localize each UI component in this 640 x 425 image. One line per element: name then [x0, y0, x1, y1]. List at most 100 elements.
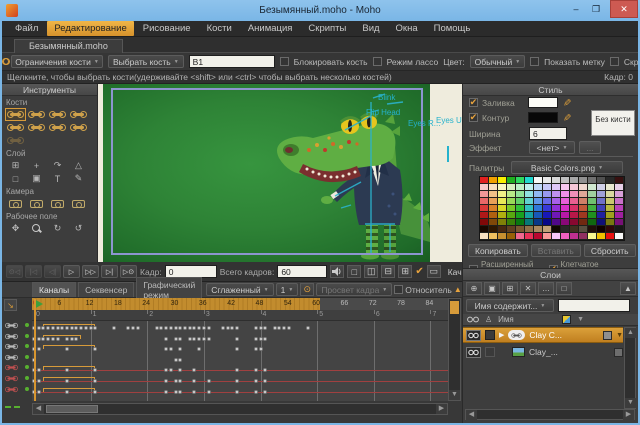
- sort-icon[interactable]: ▼: [577, 316, 584, 323]
- palette-dropdown[interactable]: Basic Colors.png: [511, 161, 623, 174]
- palette-swatch[interactable]: [489, 212, 498, 219]
- roll-camera-icon[interactable]: [47, 197, 68, 210]
- palette-swatch[interactable]: [534, 212, 543, 219]
- jump-end-button[interactable]: ▷⊙: [120, 265, 137, 278]
- palette-swatch[interactable]: [534, 184, 543, 191]
- palette-swatch[interactable]: [552, 184, 561, 191]
- scroll-left-arrow[interactable]: ◀: [33, 404, 44, 414]
- layers-horizontal-scrollbar[interactable]: ◀ ▶: [465, 409, 635, 420]
- tab-channels[interactable]: Каналы: [32, 282, 76, 297]
- palette-swatch[interactable]: [525, 219, 534, 226]
- palette-swatch[interactable]: [543, 191, 552, 198]
- keyframe[interactable]: [174, 326, 178, 330]
- palette-swatch[interactable]: [498, 184, 507, 191]
- palette-swatch[interactable]: [480, 184, 489, 191]
- keyframe[interactable]: [46, 326, 50, 330]
- palette-swatch[interactable]: [570, 219, 579, 226]
- keyframe[interactable]: [254, 347, 258, 351]
- scroll-up-arrow[interactable]: ▲: [625, 328, 636, 338]
- palette-swatch[interactable]: [552, 177, 561, 184]
- keyframe[interactable]: [169, 368, 173, 372]
- scroll-right-arrow[interactable]: ▶: [436, 404, 447, 414]
- keyframe[interactable]: [51, 337, 55, 341]
- menu-help[interactable]: Помощь: [427, 21, 478, 36]
- keyframe[interactable]: [254, 368, 258, 372]
- palette-swatch[interactable]: [588, 233, 597, 240]
- visibility-column-icon[interactable]: [467, 316, 479, 323]
- layer-row-clay-image[interactable]: Clay_...: [463, 344, 623, 360]
- palette-swatch[interactable]: [534, 205, 543, 212]
- palette-swatch[interactable]: [480, 226, 489, 233]
- palette-swatch[interactable]: [525, 226, 534, 233]
- palette-swatch[interactable]: [579, 198, 588, 205]
- add-point-icon[interactable]: +: [26, 159, 47, 172]
- tools-panel-title[interactable]: Инструменты: [2, 84, 97, 96]
- view-split-vertical-button[interactable]: ◫: [364, 265, 378, 278]
- layer-checkbox[interactable]: [485, 330, 495, 340]
- keyframe[interactable]: [164, 347, 168, 351]
- palette-swatch[interactable]: [507, 184, 516, 191]
- palette-swatch[interactable]: [534, 177, 543, 184]
- scale-bone-icon[interactable]: [47, 108, 68, 121]
- palette-swatch[interactable]: [561, 212, 570, 219]
- keyframe[interactable]: [93, 368, 97, 372]
- effect-more-button[interactable]: ...: [579, 141, 601, 154]
- menu-animation[interactable]: Анимация: [241, 21, 300, 36]
- palette-swatch[interactable]: [534, 226, 543, 233]
- palette-swatch[interactable]: [516, 226, 525, 233]
- palette-swatch[interactable]: [525, 198, 534, 205]
- keyframe[interactable]: [74, 326, 78, 330]
- scroll-left-arrow[interactable]: ◀: [466, 410, 477, 420]
- channel-bone-icon[interactable]: [7, 377, 15, 379]
- jump-start-button[interactable]: ⊙◁: [6, 265, 23, 278]
- bind-bone-icon[interactable]: [47, 121, 68, 134]
- keyframe[interactable]: [263, 326, 267, 330]
- onion-skin-dropdown[interactable]: Просвет кадра: [316, 283, 392, 296]
- bone-name-input[interactable]: [189, 55, 275, 68]
- palette-swatch[interactable]: [498, 191, 507, 198]
- bone-handle[interactable]: [447, 146, 449, 162]
- palette-swatch[interactable]: [561, 226, 570, 233]
- palette-swatch[interactable]: [507, 212, 516, 219]
- keyframe[interactable]: [235, 368, 239, 372]
- palette-swatch[interactable]: [597, 198, 606, 205]
- palette-swatch[interactable]: [579, 191, 588, 198]
- hide-bones-checkbox[interactable]: [610, 57, 619, 66]
- keyframe[interactable]: [37, 326, 41, 330]
- outline-color-swatch[interactable]: [528, 112, 558, 123]
- palette-swatch[interactable]: [525, 184, 534, 191]
- keyframe[interactable]: [235, 347, 239, 351]
- play-button[interactable]: ▷: [63, 265, 80, 278]
- palette-swatch[interactable]: [480, 177, 489, 184]
- palette-swatch[interactable]: [561, 205, 570, 212]
- keyframe[interactable]: [282, 326, 286, 330]
- menu-windows[interactable]: Окна: [389, 21, 425, 36]
- style-panel-title[interactable]: Стиль: [463, 84, 638, 96]
- rotate-bone-icon[interactable]: [68, 108, 89, 121]
- palette-swatch[interactable]: [588, 177, 597, 184]
- keyframe[interactable]: [207, 379, 211, 383]
- step-dropdown[interactable]: 1: [276, 283, 299, 296]
- timeline-horizontal-scrollbar[interactable]: ◀ ▶: [32, 403, 448, 415]
- keyframe[interactable]: [93, 326, 97, 330]
- palette-swatch[interactable]: [480, 233, 489, 240]
- palette-swatch[interactable]: [489, 226, 498, 233]
- palette-swatch[interactable]: [489, 198, 498, 205]
- palette-swatch[interactable]: [615, 205, 624, 212]
- bone-color-dropdown[interactable]: Обычный: [470, 55, 526, 68]
- palette-swatch[interactable]: [597, 219, 606, 226]
- keyframe[interactable]: [254, 390, 258, 394]
- title-bar[interactable]: Безымянный.moho - Moho: [0, 0, 640, 21]
- keyframe[interactable]: [37, 337, 41, 341]
- palette-swatch[interactable]: [588, 205, 597, 212]
- palette-swatch[interactable]: [507, 191, 516, 198]
- offset-bone-icon[interactable]: [68, 121, 89, 134]
- rotate-layer-icon[interactable]: ↷: [47, 159, 68, 172]
- palette-swatch[interactable]: [534, 233, 543, 240]
- palette-swatch[interactable]: [570, 184, 579, 191]
- scroll-down-arrow[interactable]: ▼: [625, 398, 636, 408]
- palette-swatch[interactable]: [597, 233, 606, 240]
- playhead-line[interactable]: [34, 299, 36, 401]
- palette-swatch[interactable]: [606, 233, 615, 240]
- keyframe[interactable]: [159, 326, 163, 330]
